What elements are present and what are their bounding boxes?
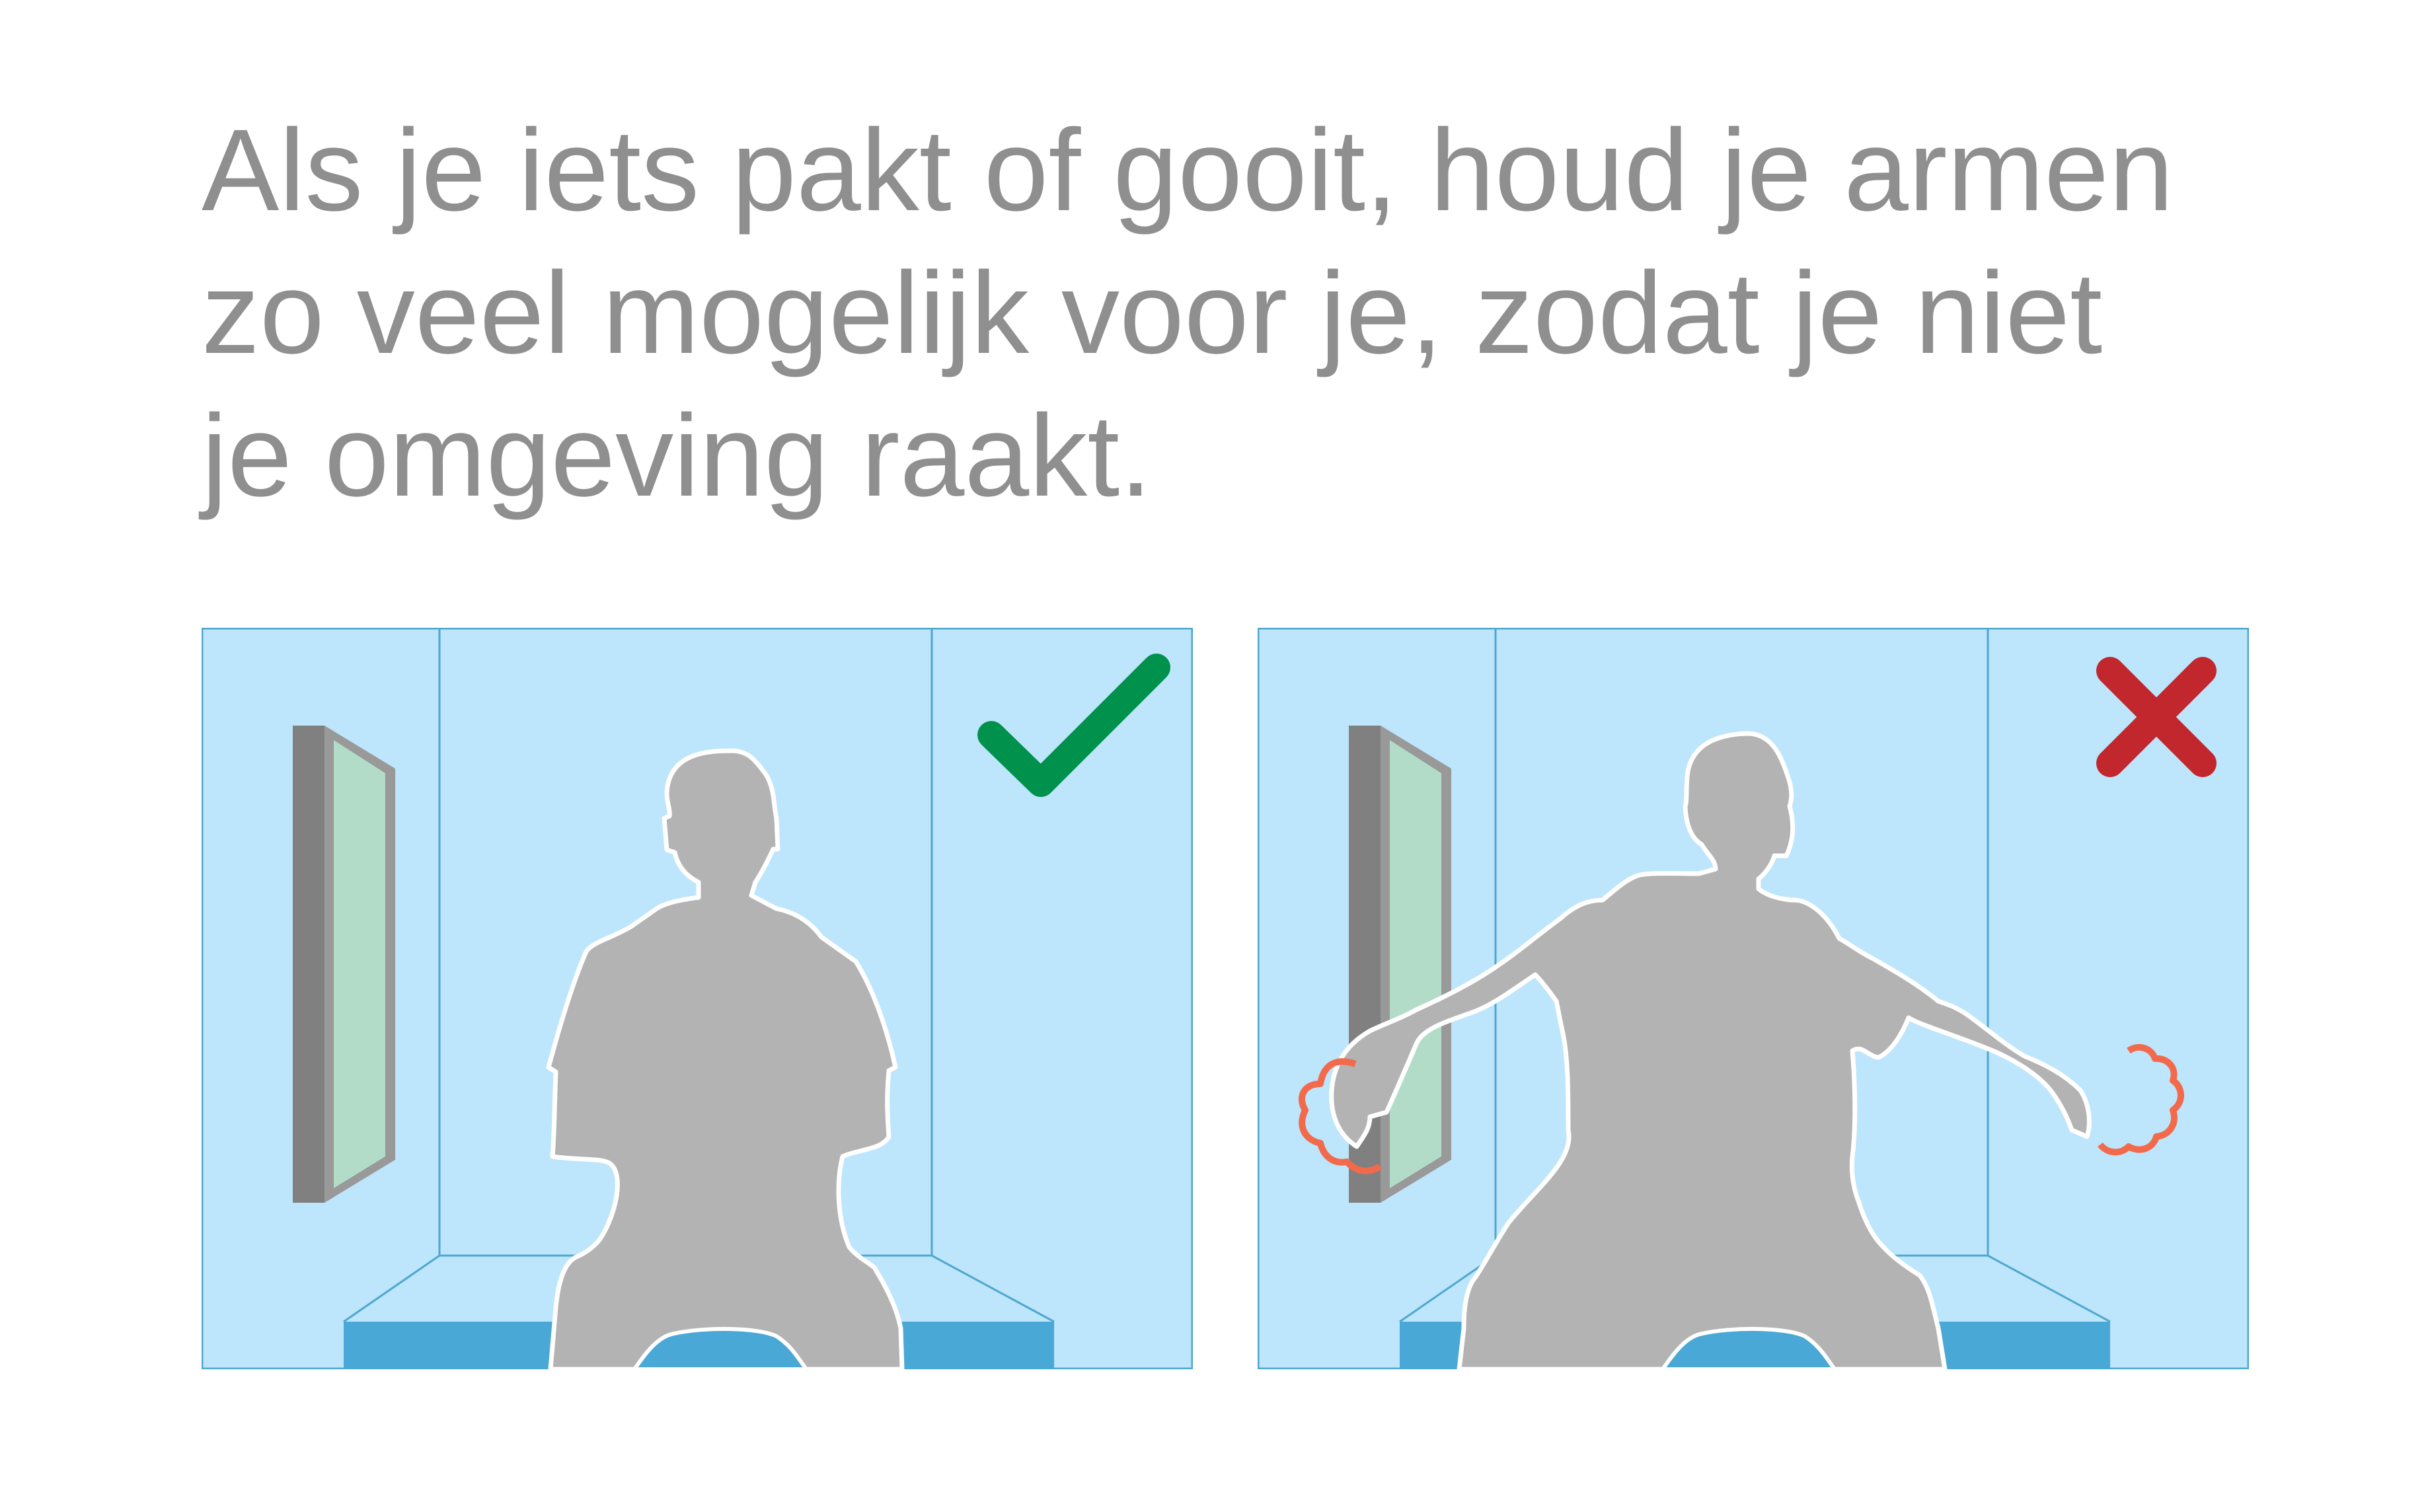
caption-line-3: je omgeving raakt. [202,391,1153,521]
correct-example-illustration [202,628,1193,1369]
instruction-caption: Als je iets pakt of gooit, houd je armen… [202,99,2283,527]
caption-line-1: Als je iets pakt of gooit, houd je armen [202,106,2174,235]
window-frame [293,726,324,1203]
correct-example-panel [202,628,1193,1369]
incorrect-example-illustration [1258,628,2249,1369]
window-glass [1390,740,1441,1188]
window [293,726,395,1203]
incorrect-example-panel [1258,628,2249,1369]
caption-line-2: zo veel mogelijk voor je, zodat je niet [202,248,2103,378]
window-glass [334,740,385,1188]
